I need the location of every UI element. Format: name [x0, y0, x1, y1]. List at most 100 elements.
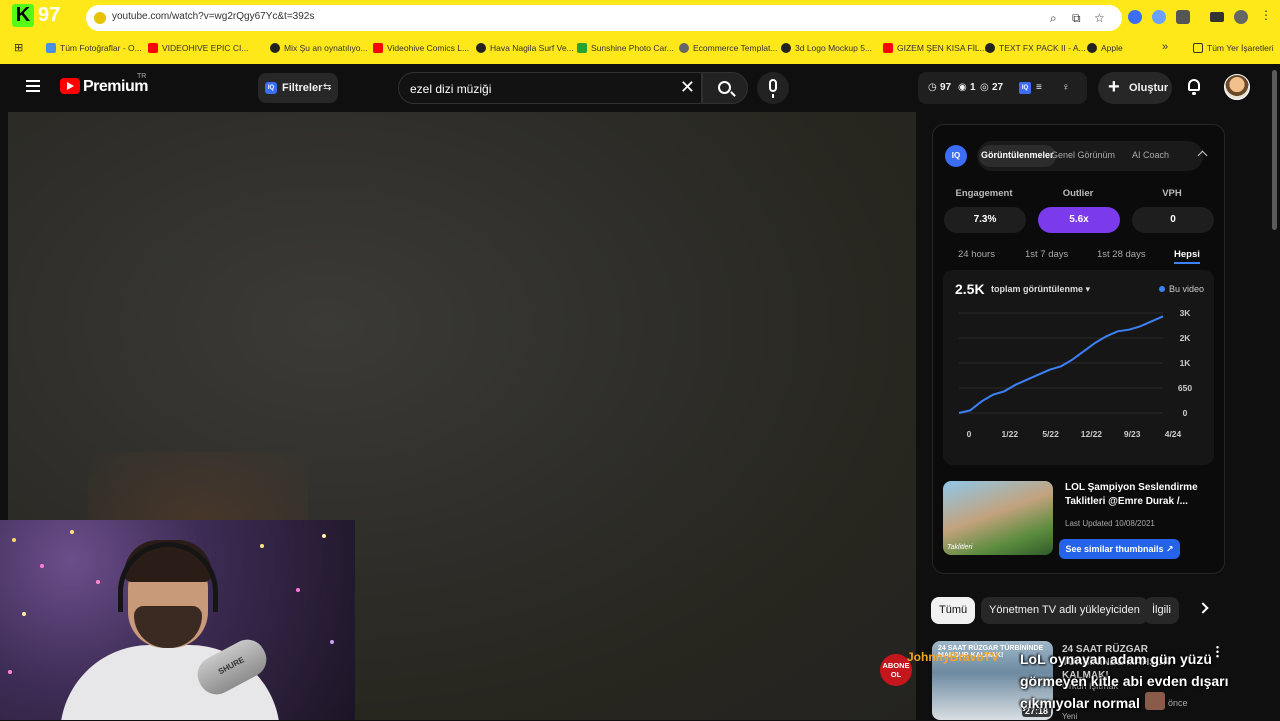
address-bar[interactable]: youtube.com/watch?v=wg2rQgy67Yc&t=392s ⌕…: [86, 5, 1122, 31]
video-thumbnail[interactable]: Taklitleri: [943, 481, 1053, 555]
voice-search-button[interactable]: [757, 72, 789, 104]
engagement-value: 7.3%: [944, 207, 1026, 233]
series-line: [958, 315, 1164, 414]
metric-dropdown[interactable]: toplam görüntülenme ▾: [991, 284, 1090, 295]
legend-label: Bu video: [1168, 284, 1204, 294]
create-label: Oluştur: [1129, 82, 1169, 94]
avatar[interactable]: [1224, 74, 1250, 100]
tab-ai-coach[interactable]: AI Coach: [1132, 150, 1169, 160]
extension-audio-icon[interactable]: [1152, 10, 1166, 24]
chip-uploader[interactable]: Yönetmen TV adlı yükleyiciden: [981, 597, 1148, 624]
thumbnail-comparison: Taklitleri LOL Şampiyon Seslendirme Takl…: [943, 479, 1214, 564]
bookmark-item[interactable]: Videohive Comics L...: [373, 43, 469, 53]
lightbulb-icon[interactable]: ♀: [1062, 82, 1070, 93]
bookmarks-more-icon[interactable]: »: [1162, 41, 1168, 53]
web-favicon: [985, 43, 995, 53]
bookmark-item[interactable]: Apple: [1087, 43, 1123, 53]
tab-views[interactable]: Görüntülenmeler: [979, 145, 1056, 167]
range-7-days[interactable]: 1st 7 days: [1025, 249, 1068, 260]
profile-icon[interactable]: [1234, 10, 1248, 24]
y-tick-label: 1K: [1180, 358, 1192, 368]
range-all[interactable]: Hepsi: [1174, 249, 1200, 264]
iq-stats-pill[interactable]: ◷ 97 ◉ 1 ◎ 27 IQ ≡ ♀: [918, 72, 1087, 104]
youtube-favicon: [373, 43, 383, 53]
bookmark-item[interactable]: Sunshine Photo Car...: [577, 43, 674, 53]
fairy-light: [96, 580, 100, 584]
extension-iq-icon[interactable]: [1128, 10, 1142, 24]
fairy-light: [70, 530, 74, 534]
chat-username: JohnnyBravoTV: [907, 650, 1000, 664]
y-tick-label: 0: [1183, 408, 1188, 418]
kick-extension[interactable]: K 97: [12, 4, 60, 27]
zoom-icon[interactable]: ⌕: [1050, 11, 1057, 26]
tab-overview[interactable]: Genel Görünüm: [1051, 150, 1115, 160]
search-button[interactable]: [702, 72, 748, 104]
iq-badge-icon: IQ: [265, 82, 277, 94]
range-24-hours[interactable]: 24 hours: [958, 249, 995, 260]
open-in-app-icon[interactable]: ⧉: [1072, 11, 1081, 26]
search-input[interactable]: ezel dizi müziği ✕: [398, 72, 702, 104]
list-icon[interactable]: ≡: [1036, 82, 1042, 93]
iq-icon[interactable]: IQ: [1019, 82, 1031, 94]
notifications-bell-icon[interactable]: [1186, 78, 1202, 95]
fairy-light: [8, 670, 12, 674]
scrollbar-thumb[interactable]: [1272, 70, 1277, 230]
hamburger-menu-icon[interactable]: [26, 80, 40, 92]
plus-icon: +: [1108, 76, 1120, 98]
chip-related[interactable]: İlgili: [1144, 597, 1179, 624]
fairy-light: [22, 612, 26, 616]
bookmark-item[interactable]: Tüm Fotoğraflar - O...: [46, 43, 142, 53]
microphone-icon: [769, 79, 777, 92]
bookmark-item[interactable]: VIDEOHIVE EPIC CI...: [148, 43, 248, 53]
see-similar-thumbnails-button[interactable]: See similar thumbnails ↗: [1059, 539, 1180, 559]
bookmark-item[interactable]: GIZEM ŞEN KISA FİL...: [883, 43, 987, 53]
all-bookmarks-folder[interactable]: Tüm Yer İşaretleri: [1193, 43, 1274, 53]
x-tick-label: 5/22: [1042, 429, 1059, 439]
apple-favicon: [1087, 43, 1097, 53]
fairy-light: [330, 640, 334, 644]
reading-list-icon[interactable]: [1210, 12, 1224, 22]
premium-wordmark[interactable]: Premium: [83, 78, 148, 96]
vph-value: 0: [1132, 207, 1214, 233]
x-tick-label: 1/22: [1002, 429, 1019, 439]
bookmark-item[interactable]: TEXT FX PACK II - A...: [985, 43, 1086, 53]
webcam-overlay: SHURE: [0, 520, 355, 720]
engagement-label: Engagement: [955, 188, 1013, 199]
x-tick-label: 4/24: [1165, 429, 1182, 439]
filters-button[interactable]: IQ Filtreler ⇆: [258, 73, 338, 103]
chip-all[interactable]: Tümü: [931, 597, 976, 624]
thumbnail-text: Taklitleri: [947, 544, 973, 551]
bookmark-item[interactable]: Ecommerce Templat...: [679, 43, 777, 53]
filters-label: Filtreler: [282, 82, 323, 94]
chat-message: LoL oynayan adam gün yüzü görmeyen kitle…: [1020, 651, 1229, 711]
iq-logo-icon[interactable]: IQ: [945, 145, 967, 167]
bookmark-item[interactable]: 3d Logo Mockup 5...: [781, 43, 872, 53]
youtube-logo-icon[interactable]: [60, 78, 80, 94]
site-info-icon[interactable]: [94, 12, 106, 24]
url-text: youtube.com/watch?v=wg2rQgy67Yc&t=392s: [112, 11, 315, 22]
youtube-favicon: [148, 43, 158, 53]
bookmark-item[interactable]: Hava Nagila Surf Ve...: [476, 43, 574, 53]
emote-icon: [1145, 692, 1165, 710]
clear-search-icon[interactable]: ✕: [680, 77, 695, 98]
apps-grid-icon[interactable]: ⊞: [14, 41, 23, 54]
chevron-right-icon[interactable]: [1197, 602, 1209, 614]
bell-body: [1188, 79, 1200, 91]
eye-icon: ◉: [958, 82, 967, 93]
fairy-light: [40, 564, 44, 568]
create-button[interactable]: + Oluştur: [1098, 72, 1172, 104]
menu-dots-icon[interactable]: ⋮: [1260, 8, 1274, 22]
stat-second: 27: [992, 82, 1004, 93]
bookmark-star-icon[interactable]: ☆: [1094, 11, 1105, 25]
y-tick-label: 2K: [1180, 333, 1192, 343]
bookmark-item[interactable]: Mix Şu an oynatılıyo...: [270, 43, 368, 53]
web-favicon: [270, 43, 280, 53]
bookmark-favicon: [46, 43, 56, 53]
total-views: 2.5K: [955, 281, 985, 297]
extensions-puzzle-icon[interactable]: [1176, 10, 1190, 24]
x-tick-label: 12/22: [1081, 429, 1103, 439]
region-code: TR: [137, 73, 147, 80]
kick-count: 97: [38, 4, 61, 26]
thumbnail-video-title: LOL Şampiyon Seslendirme Taklitleri @Emr…: [1065, 482, 1198, 507]
range-28-days[interactable]: 1st 28 days: [1097, 249, 1146, 260]
